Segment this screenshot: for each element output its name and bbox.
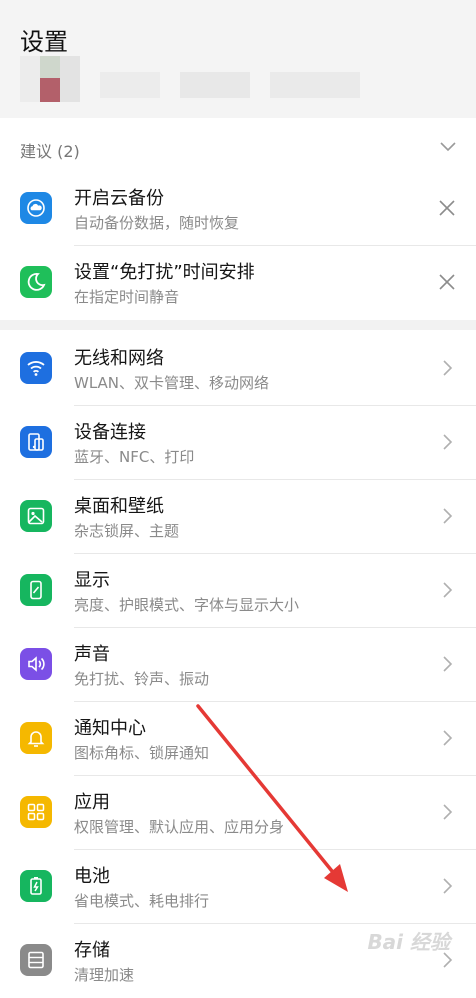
setting-title: 设备连接 bbox=[74, 422, 146, 443]
chevron-right-icon bbox=[443, 582, 453, 598]
apps-grid-icon bbox=[20, 796, 52, 828]
page-title: 设置 bbox=[20, 28, 68, 56]
baidu-watermark: Bai 经验 bbox=[367, 930, 450, 954]
wifi-icon bbox=[20, 352, 52, 384]
close-icon[interactable] bbox=[438, 273, 456, 291]
chevron-right-icon bbox=[443, 656, 453, 672]
setting-title: 无线和网络 bbox=[74, 348, 164, 369]
suggestion-subtitle: 在指定时间静音 bbox=[74, 288, 180, 306]
setting-apps[interactable]: 应用 权限管理、默认应用、应用分身 bbox=[0, 776, 476, 850]
setting-notification-center[interactable]: 通知中心 图标角标、锁屏通知 bbox=[0, 702, 476, 776]
setting-wireless-network[interactable]: 无线和网络 WLAN、双卡管理、移动网络 bbox=[0, 332, 476, 406]
suggestion-do-not-disturb[interactable]: 设置“免打扰”时间安排 在指定时间静音 bbox=[0, 246, 476, 320]
setting-title: 显示 bbox=[74, 570, 110, 591]
setting-title: 电池 bbox=[74, 866, 110, 887]
suggestion-title: 开启云备份 bbox=[74, 188, 164, 209]
setting-battery[interactable]: 电池 省电模式、耗电排行 bbox=[0, 850, 476, 924]
suggestion-cloud-backup[interactable]: 开启云备份 自动备份数据，随时恢复 bbox=[0, 172, 476, 246]
setting-device-connection[interactable]: 设备连接 蓝牙、NFC、打印 bbox=[0, 406, 476, 480]
setting-home-wallpaper[interactable]: 桌面和壁纸 杂志锁屏、主题 bbox=[0, 480, 476, 554]
close-icon[interactable] bbox=[438, 199, 456, 217]
setting-subtitle: 杂志锁屏、主题 bbox=[74, 522, 180, 540]
section-gap bbox=[0, 320, 476, 330]
chevron-down-icon[interactable] bbox=[440, 138, 456, 154]
bell-icon bbox=[20, 722, 52, 754]
speaker-icon bbox=[20, 648, 52, 680]
chevron-right-icon bbox=[443, 878, 453, 894]
chevron-right-icon bbox=[443, 730, 453, 746]
suggestion-title: 设置“免打扰”时间安排 bbox=[74, 262, 255, 283]
setting-title: 声音 bbox=[74, 644, 110, 665]
suggestions-label: 建议 (2) bbox=[20, 142, 80, 161]
setting-subtitle: 蓝牙、NFC、打印 bbox=[74, 448, 195, 466]
device-connection-icon bbox=[20, 426, 52, 458]
account-header: 设置 bbox=[0, 0, 476, 118]
display-icon bbox=[20, 574, 52, 606]
setting-display[interactable]: 显示 亮度、护眼模式、字体与显示大小 bbox=[0, 554, 476, 628]
setting-title: 桌面和壁纸 bbox=[74, 496, 164, 517]
battery-icon bbox=[20, 870, 52, 902]
setting-subtitle: 免打扰、铃声、振动 bbox=[74, 670, 210, 688]
chevron-right-icon bbox=[443, 804, 453, 820]
chevron-right-icon bbox=[443, 360, 453, 376]
cloud-backup-icon bbox=[20, 192, 52, 224]
setting-subtitle: 权限管理、默认应用、应用分身 bbox=[74, 818, 285, 836]
suggestions-header[interactable]: 建议 (2) bbox=[0, 118, 476, 174]
setting-title: 通知中心 bbox=[74, 718, 146, 739]
moon-icon bbox=[20, 266, 52, 298]
wallpaper-icon bbox=[20, 500, 52, 532]
setting-sound[interactable]: 声音 免打扰、铃声、振动 bbox=[0, 628, 476, 702]
setting-subtitle: 图标角标、锁屏通知 bbox=[74, 744, 210, 762]
account-profile-blurred[interactable] bbox=[20, 56, 360, 102]
setting-title: 存储 bbox=[74, 940, 110, 961]
chevron-right-icon bbox=[443, 508, 453, 524]
setting-subtitle: 亮度、护眼模式、字体与显示大小 bbox=[74, 596, 300, 614]
setting-subtitle: WLAN、双卡管理、移动网络 bbox=[74, 374, 270, 392]
setting-subtitle: 省电模式、耗电排行 bbox=[74, 892, 210, 910]
storage-icon bbox=[20, 944, 52, 976]
setting-subtitle: 清理加速 bbox=[74, 966, 135, 984]
setting-title: 应用 bbox=[74, 792, 110, 813]
chevron-right-icon bbox=[443, 434, 453, 450]
suggestion-subtitle: 自动备份数据，随时恢复 bbox=[74, 214, 240, 232]
